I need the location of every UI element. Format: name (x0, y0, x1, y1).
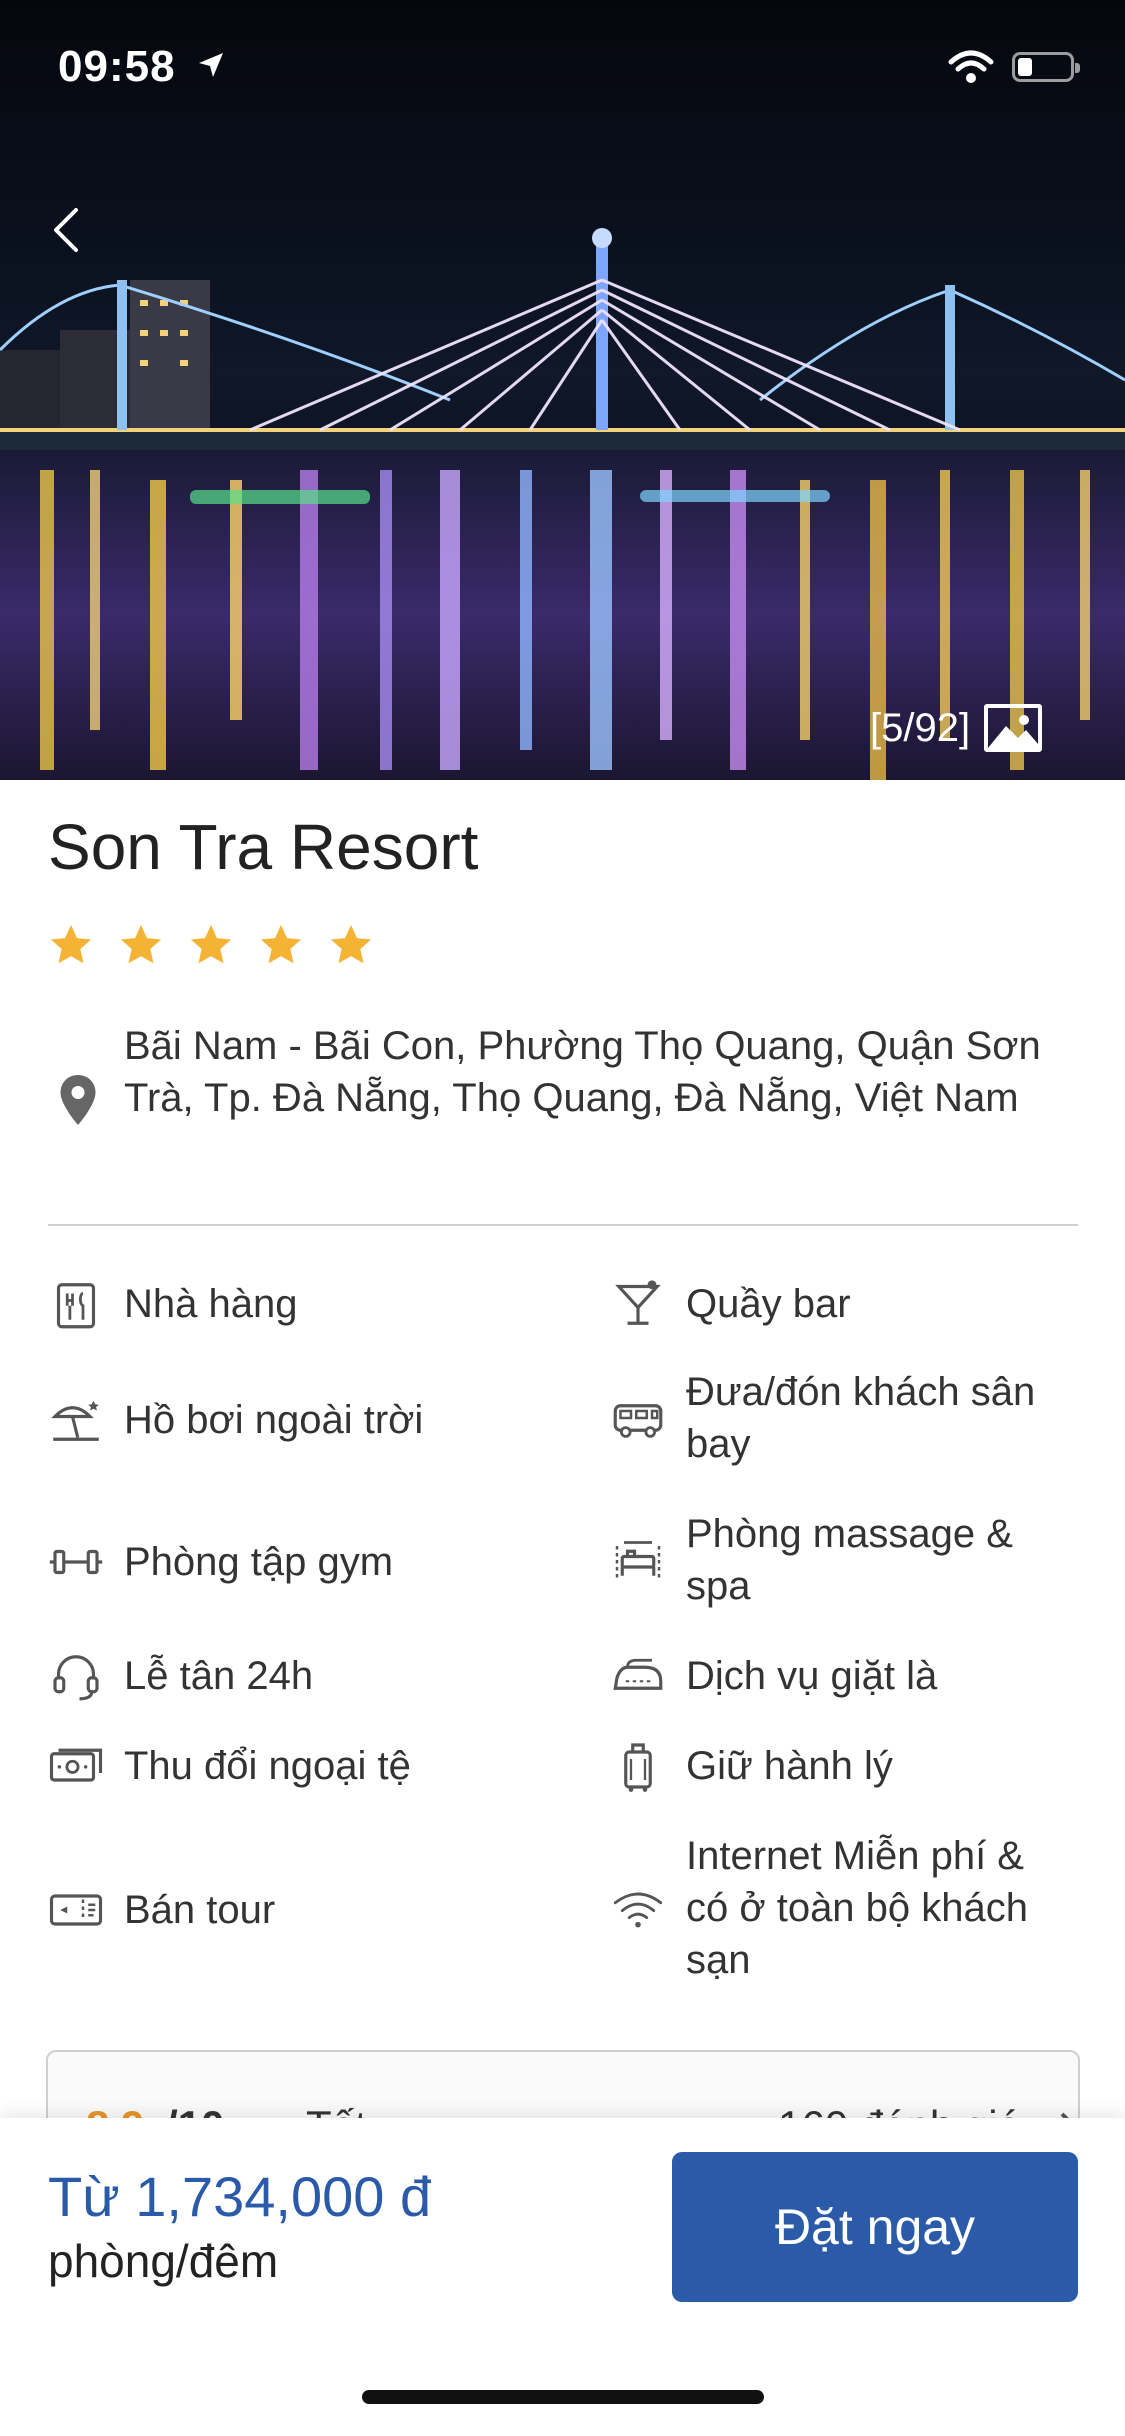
hero-photo[interactable]: 09:58 [5/92] (0, 0, 1125, 780)
amenity-item: Đưa/đón khách sân bay (610, 1366, 1080, 1470)
star-rating (48, 922, 374, 968)
book-now-button[interactable]: Đặt ngay (672, 2152, 1078, 2302)
location-arrow-icon (199, 53, 223, 77)
booking-bar: Từ 1,734,000 đ phòng/đêm Đặt ngay (0, 2118, 1125, 2436)
amenity-item: Dịch vụ giặt là (610, 1648, 937, 1704)
cocktail-icon (615, 1280, 661, 1325)
star-icon (190, 924, 232, 964)
hotel-address: Bãi Nam - Bãi Con, Phường Thọ Quang, Quậ… (124, 1024, 1041, 1120)
photo-counter-text: [5/92] (870, 705, 971, 750)
van-icon (613, 1404, 663, 1438)
price-from: Từ 1,734,000 đ (48, 2165, 432, 2228)
amenity-item: Bán tour (48, 1882, 275, 1938)
price-unit: phòng/đêm (48, 2235, 279, 2287)
amenity-item: Internet Miễn phí & có ở toàn bộ khách s… (610, 1830, 1080, 1986)
amenity-item: Hồ bơi ngoài trời (48, 1392, 423, 1448)
ticket-icon (49, 1894, 103, 1926)
restaurant-icon (56, 1283, 96, 1329)
star-icon (330, 924, 372, 964)
amenity-item: Nhà hàng (48, 1276, 297, 1332)
amenity-item: Quầy bar (610, 1276, 851, 1332)
dumbbell-icon (49, 1549, 103, 1575)
battery-icon (1012, 52, 1080, 82)
beach-umbrella-icon (51, 1400, 99, 1441)
status-time: 09:58 (58, 42, 176, 91)
star-icon (260, 924, 302, 964)
wifi-icon (948, 50, 994, 83)
address-row[interactable]: Bãi Nam - Bãi Con, Phường Thọ Quang, Quậ… (48, 1020, 1078, 1130)
map-pin-icon (60, 1075, 96, 1125)
luggage-icon (624, 1743, 652, 1792)
star-icon (120, 924, 162, 964)
star-icon (50, 924, 92, 964)
amenity-item: Giữ hành lý (610, 1738, 893, 1794)
back-chevron-icon[interactable] (38, 200, 98, 260)
amenity-item: Phòng tập gym (48, 1534, 393, 1590)
headset-icon (53, 1655, 99, 1701)
money-icon (49, 1748, 103, 1782)
amenity-item: Phòng massage & spa (610, 1508, 1080, 1612)
photo-counter[interactable]: [5/92] (870, 700, 1043, 756)
hotel-detail-screen: 09:58 [5/92] Son Tra Resort Bãi Nam - Bã… (0, 0, 1125, 2436)
hotel-name: Son Tra Resort (48, 811, 479, 883)
wifi-icon (613, 1892, 663, 1928)
amenity-item: Thu đổi ngoại tệ (48, 1738, 411, 1794)
amenity-item: Lễ tân 24h (48, 1648, 313, 1704)
home-indicator[interactable] (362, 2390, 764, 2404)
iron-icon (613, 1658, 663, 1690)
divider (48, 1224, 1078, 1226)
status-bar: 09:58 (0, 0, 1125, 135)
gallery-icon (984, 704, 1043, 752)
spa-bed-icon (615, 1541, 661, 1578)
